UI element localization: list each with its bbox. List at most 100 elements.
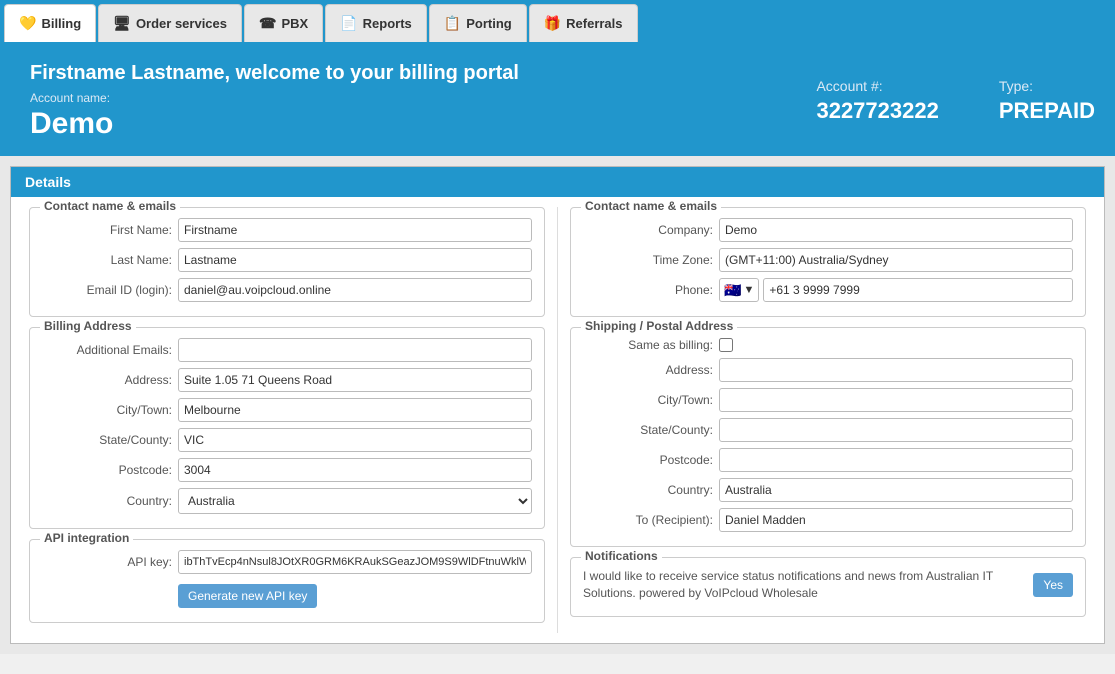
phone-dropdown-icon: ▼ bbox=[743, 284, 754, 296]
last-name-input[interactable] bbox=[178, 248, 532, 272]
shipping-group-legend: Shipping / Postal Address bbox=[581, 319, 737, 333]
postcode-input[interactable] bbox=[178, 458, 532, 482]
referrals-icon: 🎁 bbox=[544, 15, 561, 32]
city-label: City/Town: bbox=[42, 403, 172, 417]
postcode-label: Postcode: bbox=[42, 463, 172, 477]
shipping-city-row: City/Town: bbox=[583, 388, 1073, 412]
account-number-block: Account #: 3227723222 bbox=[816, 78, 938, 124]
billing-icon: 💛 bbox=[19, 15, 36, 32]
contact-group: Contact name & emails First Name: Last N… bbox=[29, 207, 545, 317]
additional-emails-row: Additional Emails: bbox=[42, 338, 532, 362]
address-input[interactable] bbox=[178, 368, 532, 392]
tab-order-services[interactable]: 🖥 Order services bbox=[98, 4, 242, 42]
same-as-billing-checkbox[interactable] bbox=[719, 338, 733, 352]
details-header: Details bbox=[11, 167, 1104, 197]
tab-reports[interactable]: 📄 Reports bbox=[325, 4, 427, 42]
first-name-label: First Name: bbox=[42, 223, 172, 237]
country-select[interactable]: Australia bbox=[178, 488, 532, 514]
header-banner: Firstname Lastname, welcome to your bill… bbox=[0, 46, 1115, 156]
notifications-text: I would like to receive service status n… bbox=[583, 568, 1019, 602]
first-name-row: First Name: bbox=[42, 218, 532, 242]
billing-address-group: Billing Address Additional Emails: Addre… bbox=[29, 327, 545, 529]
tab-porting[interactable]: 📋 Porting bbox=[429, 4, 527, 42]
top-navigation: 💛 Billing 🖥 Order services ☎ PBX 📄 Repor… bbox=[0, 0, 1115, 46]
phone-flag-button[interactable]: 🇦🇺 ▼ bbox=[719, 278, 759, 302]
address-label: Address: bbox=[42, 373, 172, 387]
column-divider bbox=[557, 207, 558, 633]
shipping-city-label: City/Town: bbox=[583, 393, 713, 407]
same-as-billing-label: Same as billing: bbox=[583, 338, 713, 352]
shipping-address-group: Shipping / Postal Address Same as billin… bbox=[570, 327, 1086, 547]
shipping-address-input[interactable] bbox=[719, 358, 1073, 382]
to-recipient-input[interactable] bbox=[719, 508, 1073, 532]
tab-billing[interactable]: 💛 Billing bbox=[4, 4, 96, 42]
company-row: Company: bbox=[583, 218, 1073, 242]
header-left: Firstname Lastname, welcome to your bill… bbox=[30, 62, 796, 141]
shipping-country-row: Country: bbox=[583, 478, 1073, 502]
phone-input[interactable] bbox=[763, 278, 1073, 302]
details-right-column: Contact name & emails Company: Time Zone… bbox=[562, 207, 1094, 633]
type-label: Type: bbox=[999, 78, 1095, 94]
country-row: Country: Australia bbox=[42, 488, 532, 514]
tab-referrals[interactable]: 🎁 Referrals bbox=[529, 4, 638, 42]
api-group-legend: API integration bbox=[40, 531, 133, 545]
email-row: Email ID (login): bbox=[42, 278, 532, 302]
phone-label: Phone: bbox=[583, 283, 713, 297]
phone-row: Phone: 🇦🇺 ▼ bbox=[583, 278, 1073, 302]
api-integration-group: API integration API key: Generate new AP… bbox=[29, 539, 545, 623]
shipping-postcode-row: Postcode: bbox=[583, 448, 1073, 472]
additional-emails-input[interactable] bbox=[178, 338, 532, 362]
header-right: Account #: 3227723222 Type: PREPAID bbox=[796, 78, 1095, 124]
shipping-postcode-input[interactable] bbox=[719, 448, 1073, 472]
api-key-label: API key: bbox=[42, 555, 172, 569]
phone-field: 🇦🇺 ▼ bbox=[719, 278, 1073, 302]
generate-btn-row: Generate new API key bbox=[42, 580, 532, 608]
shipping-address-row: Address: bbox=[583, 358, 1073, 382]
email-input[interactable] bbox=[178, 278, 532, 302]
same-as-billing-row: Same as billing: bbox=[583, 338, 1073, 352]
shipping-country-input[interactable] bbox=[719, 478, 1073, 502]
to-recipient-label: To (Recipient): bbox=[583, 513, 713, 527]
last-name-label: Last Name: bbox=[42, 253, 172, 267]
shipping-state-row: State/County: bbox=[583, 418, 1073, 442]
tab-pbx[interactable]: ☎ PBX bbox=[244, 4, 323, 42]
australia-flag-icon: 🇦🇺 bbox=[724, 282, 741, 299]
shipping-state-input[interactable] bbox=[719, 418, 1073, 442]
shipping-country-label: Country: bbox=[583, 483, 713, 497]
generate-api-key-button[interactable]: Generate new API key bbox=[178, 584, 317, 608]
state-input[interactable] bbox=[178, 428, 532, 452]
shipping-postcode-label: Postcode: bbox=[583, 453, 713, 467]
porting-icon: 📋 bbox=[444, 15, 461, 32]
api-key-input[interactable] bbox=[178, 550, 532, 574]
welcome-message: Firstname Lastname, welcome to your bill… bbox=[30, 62, 796, 85]
state-label: State/County: bbox=[42, 433, 172, 447]
details-left-column: Contact name & emails First Name: Last N… bbox=[21, 207, 553, 633]
api-key-row: API key: bbox=[42, 550, 532, 574]
details-body: Contact name & emails First Name: Last N… bbox=[11, 197, 1104, 643]
account-num-label: Account #: bbox=[816, 78, 938, 94]
right-contact-group: Contact name & emails Company: Time Zone… bbox=[570, 207, 1086, 317]
timezone-input[interactable] bbox=[719, 248, 1073, 272]
notifications-group: Notifications I would like to receive se… bbox=[570, 557, 1086, 617]
first-name-input[interactable] bbox=[178, 218, 532, 242]
account-name-label: Account name: bbox=[30, 91, 796, 105]
yes-button[interactable]: Yes bbox=[1033, 573, 1073, 597]
contact-group-legend: Contact name & emails bbox=[40, 199, 180, 213]
right-contact-group-legend: Contact name & emails bbox=[581, 199, 721, 213]
shipping-city-input[interactable] bbox=[719, 388, 1073, 412]
email-label: Email ID (login): bbox=[42, 283, 172, 297]
reports-icon: 📄 bbox=[340, 15, 357, 32]
city-input[interactable] bbox=[178, 398, 532, 422]
account-type-block: Type: PREPAID bbox=[999, 78, 1095, 124]
additional-emails-label: Additional Emails: bbox=[42, 343, 172, 357]
type-value: PREPAID bbox=[999, 98, 1095, 124]
company-label: Company: bbox=[583, 223, 713, 237]
address-row: Address: bbox=[42, 368, 532, 392]
timezone-row: Time Zone: bbox=[583, 248, 1073, 272]
company-input[interactable] bbox=[719, 218, 1073, 242]
city-row: City/Town: bbox=[42, 398, 532, 422]
details-section: Details Contact name & emails First Name… bbox=[10, 166, 1105, 644]
to-recipient-row: To (Recipient): bbox=[583, 508, 1073, 532]
billing-group-legend: Billing Address bbox=[40, 319, 136, 333]
order-services-icon: 🖥 bbox=[113, 15, 131, 32]
